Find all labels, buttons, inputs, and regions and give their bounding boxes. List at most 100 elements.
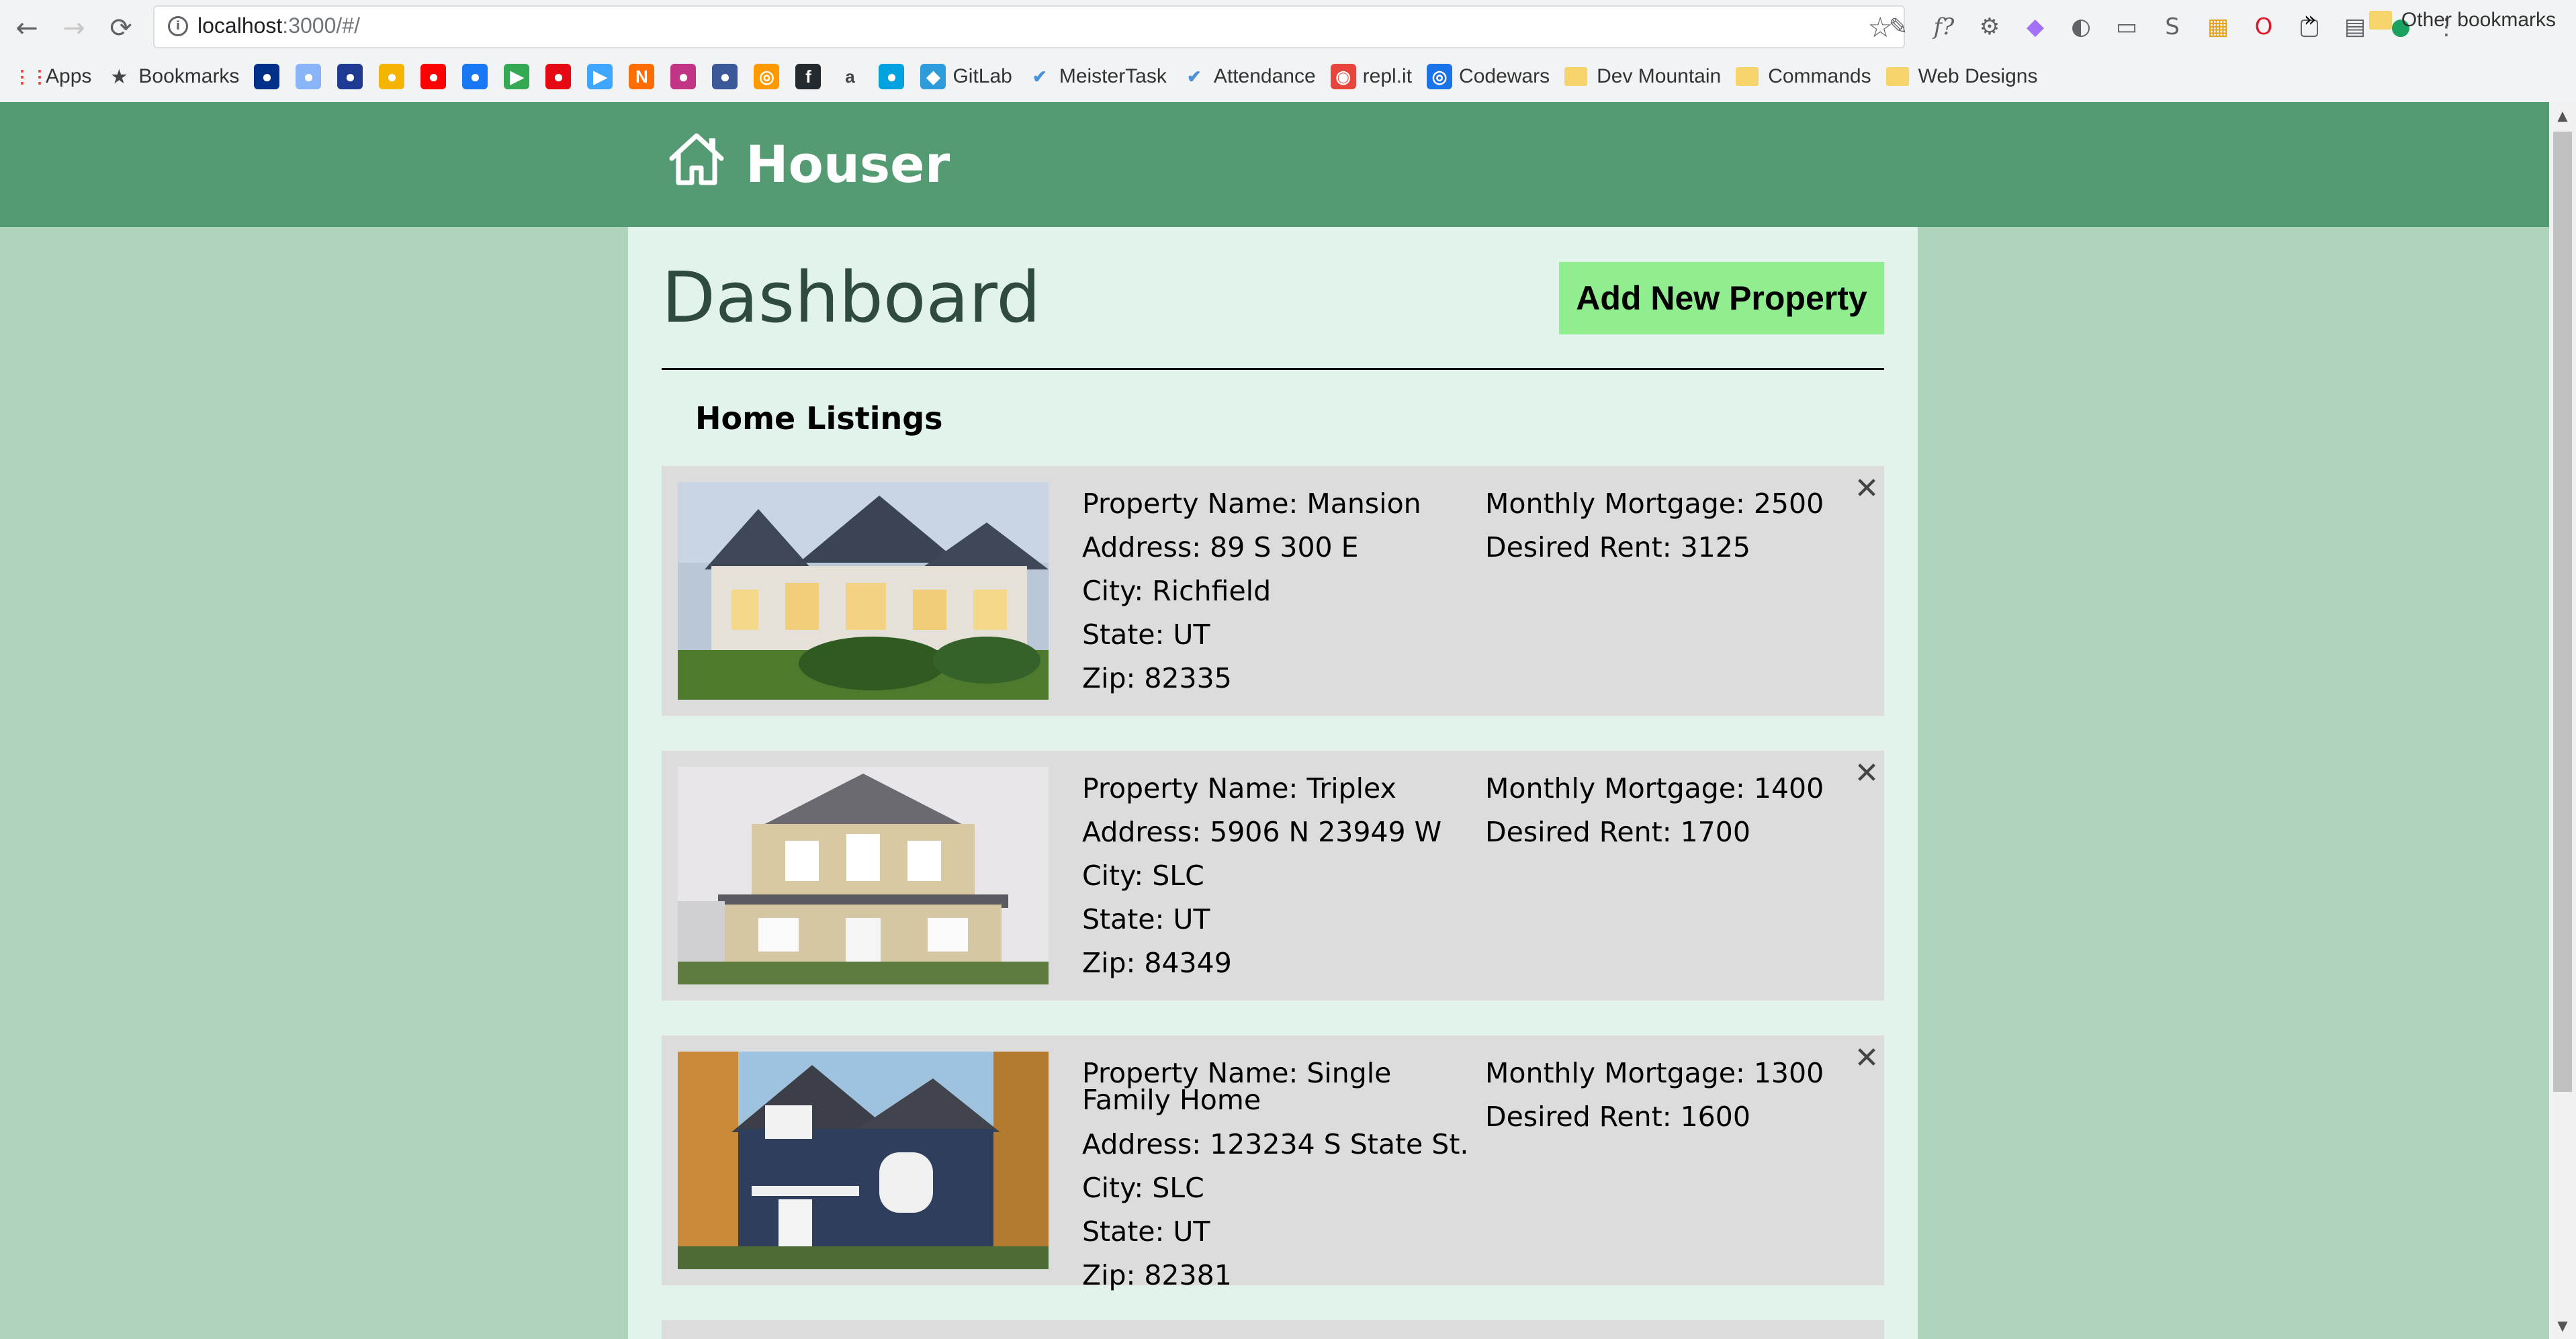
extension-icon[interactable]: ◆ bbox=[2018, 9, 2053, 44]
bookmark-item[interactable]: ⋮⋮ Apps bbox=[13, 64, 91, 89]
bookmark-icon: ● bbox=[670, 64, 697, 89]
bookmark-item[interactable]: Web Designs bbox=[1885, 65, 2037, 88]
bookmark-label: Dev Mountain bbox=[1597, 65, 1722, 87]
property-financials: Monthly Mortgage: 2500 Desired Rent: 312… bbox=[1485, 482, 1824, 569]
property-city: City: SLC bbox=[1082, 1172, 1204, 1204]
property-zip: Zip: 84349 bbox=[1082, 947, 1232, 979]
bookmark-item[interactable]: ● bbox=[296, 64, 328, 89]
bookmark-item[interactable]: ● bbox=[670, 64, 703, 89]
instagram-icon: ◎ bbox=[754, 64, 780, 89]
info-icon[interactable]: i bbox=[168, 16, 188, 36]
scrollbar-thumb[interactable] bbox=[2553, 132, 2572, 1092]
youtube-icon: ▶ bbox=[504, 64, 530, 89]
back-arrow-icon[interactable]: ← bbox=[8, 9, 46, 47]
extension-icon[interactable]: S bbox=[2155, 9, 2190, 44]
listing-card: Property Name: Triplex Address: 5906 N 2… bbox=[662, 751, 1884, 1001]
property-address: Address: 89 S 300 E bbox=[1082, 531, 1359, 563]
bookmark-item[interactable]: ✔ MeisterTask bbox=[1027, 64, 1167, 89]
cast-icon[interactable]: ▭ bbox=[2109, 9, 2144, 44]
bookmark-item[interactable]: ◉ repl.it bbox=[1330, 64, 1413, 89]
bookmark-item[interactable]: ● bbox=[879, 64, 911, 89]
bookmark-item[interactable]: ● bbox=[379, 64, 411, 89]
bookmark-item[interactable]: ● bbox=[545, 64, 578, 89]
other-bookmarks-label: Other bookmarks bbox=[2401, 9, 2556, 31]
address-bar[interactable]: i localhost:3000/#/ ☆ bbox=[153, 5, 1905, 48]
facebook-icon: f bbox=[795, 64, 821, 89]
extension-icon[interactable]: ✎ bbox=[1881, 9, 1916, 44]
opera-icon[interactable]: O bbox=[2246, 9, 2281, 44]
bookmark-item[interactable]: Commands bbox=[1736, 65, 1871, 88]
bookmark-icon: ● bbox=[420, 64, 447, 89]
scrollbar[interactable]: ▲ ▼ bbox=[2549, 102, 2576, 1339]
browser-chrome: ← → ⟳ i localhost:3000/#/ ☆ ✎ f? ⚙ ◆ ◐ ▭… bbox=[0, 0, 2576, 103]
bookmark-item[interactable]: ● bbox=[462, 64, 494, 89]
listings-heading: Home Listings bbox=[695, 400, 943, 436]
url-host: localhost bbox=[197, 13, 283, 38]
url-text[interactable]: localhost:3000/#/ bbox=[197, 13, 360, 38]
listing-card: Property Name: Mansion Address: 89 S 300… bbox=[662, 466, 1884, 716]
other-bookmarks[interactable]: Other bookmarks bbox=[2368, 0, 2556, 40]
bookmark-label: repl.it bbox=[1362, 65, 1413, 87]
bookmark-label: GitLab bbox=[952, 65, 1012, 87]
check-icon: ✔ bbox=[1186, 66, 1202, 87]
extension-icon[interactable]: ⚙ bbox=[1972, 9, 2007, 44]
bookmark-item[interactable]: ✔ Attendance bbox=[1182, 64, 1316, 89]
property-state: State: UT bbox=[1082, 903, 1210, 935]
forward-arrow-icon[interactable]: → bbox=[55, 9, 93, 47]
bookmark-item[interactable]: ▶ bbox=[587, 64, 619, 89]
listing-card bbox=[662, 1320, 1884, 1339]
github-icon: ● bbox=[879, 64, 905, 89]
desired-rent: Desired Rent: 3125 bbox=[1485, 531, 1750, 563]
bookmark-icon: ● bbox=[379, 64, 405, 89]
app-header: Houser bbox=[0, 102, 2549, 227]
property-financials: Monthly Mortgage: 1400 Desired Rent: 170… bbox=[1485, 767, 1824, 854]
app-title: Houser bbox=[746, 134, 950, 194]
bookmark-item[interactable]: ● bbox=[337, 64, 369, 89]
delete-listing-close-icon[interactable]: ✕ bbox=[1853, 474, 1880, 504]
extension-icon[interactable]: ◐ bbox=[2063, 9, 2098, 44]
monthly-mortgage: Monthly Mortgage: 2500 bbox=[1485, 488, 1824, 520]
monthly-mortgage: Monthly Mortgage: 1300 bbox=[1485, 1057, 1824, 1089]
add-property-button[interactable]: Add New Property bbox=[1559, 262, 1884, 334]
url-path: :3000/#/ bbox=[282, 13, 360, 38]
delete-listing-close-icon[interactable]: ✕ bbox=[1853, 1044, 1880, 1073]
desired-rent: Desired Rent: 1600 bbox=[1485, 1101, 1750, 1133]
extension-icon[interactable]: f? bbox=[1926, 9, 1961, 44]
property-address: Address: 123234 S State St. bbox=[1082, 1128, 1469, 1160]
house-icon bbox=[669, 133, 724, 185]
bookmark-item[interactable]: ● bbox=[254, 64, 286, 89]
codewars-icon: ◎ bbox=[1427, 64, 1453, 89]
bookmark-item[interactable]: ◆ GitLab bbox=[920, 64, 1012, 89]
bookmarks-overflow-chevron[interactable]: » bbox=[2304, 0, 2316, 40]
apps-grid-icon: ⋮⋮ bbox=[13, 66, 48, 87]
folder-icon bbox=[2368, 11, 2392, 30]
extension-icon[interactable]: ▦ bbox=[2201, 9, 2235, 44]
monthly-mortgage: Monthly Mortgage: 1400 bbox=[1485, 772, 1824, 804]
bookmark-item[interactable]: ● bbox=[420, 64, 453, 89]
folder-icon bbox=[1736, 67, 1759, 86]
bookmark-item[interactable]: ▶ bbox=[504, 64, 536, 89]
bookmark-item[interactable]: a bbox=[837, 64, 869, 89]
bookmark-item[interactable]: ★ Bookmarks bbox=[106, 64, 240, 89]
property-info: Property Name: Triplex Address: 5906 N 2… bbox=[1082, 767, 1472, 985]
bookmark-item[interactable]: ● bbox=[712, 64, 744, 89]
bookmark-icon: ● bbox=[337, 64, 363, 89]
property-name: Property Name: Triplex bbox=[1082, 772, 1396, 804]
listing-card: Property Name: Single Family Home Addres… bbox=[662, 1035, 1884, 1291]
scroll-down-arrow-icon[interactable]: ▼ bbox=[2549, 1312, 2576, 1339]
property-state: State: UT bbox=[1082, 1215, 1210, 1248]
desired-rent: Desired Rent: 1700 bbox=[1485, 816, 1750, 848]
bookmark-item[interactable]: Dev Mountain bbox=[1564, 65, 1721, 88]
bookmark-item[interactable]: ◎ bbox=[754, 64, 786, 89]
property-photo bbox=[678, 482, 1049, 700]
extension-icon[interactable]: ▤ bbox=[2338, 9, 2372, 44]
bookmark-item[interactable]: ◎ Codewars bbox=[1427, 64, 1550, 89]
scroll-up-arrow-icon[interactable]: ▲ bbox=[2549, 102, 2576, 129]
delete-listing-close-icon[interactable]: ✕ bbox=[1853, 759, 1880, 788]
bookmark-item[interactable]: N bbox=[629, 64, 661, 89]
play-store-icon: ▶ bbox=[587, 64, 613, 89]
bookmark-item[interactable]: f bbox=[795, 64, 828, 89]
bookmark-label: MeisterTask bbox=[1059, 65, 1167, 87]
dashboard-panel: Dashboard Add New Property Home Listings bbox=[628, 227, 1918, 1339]
reload-icon[interactable]: ⟳ bbox=[102, 9, 140, 47]
